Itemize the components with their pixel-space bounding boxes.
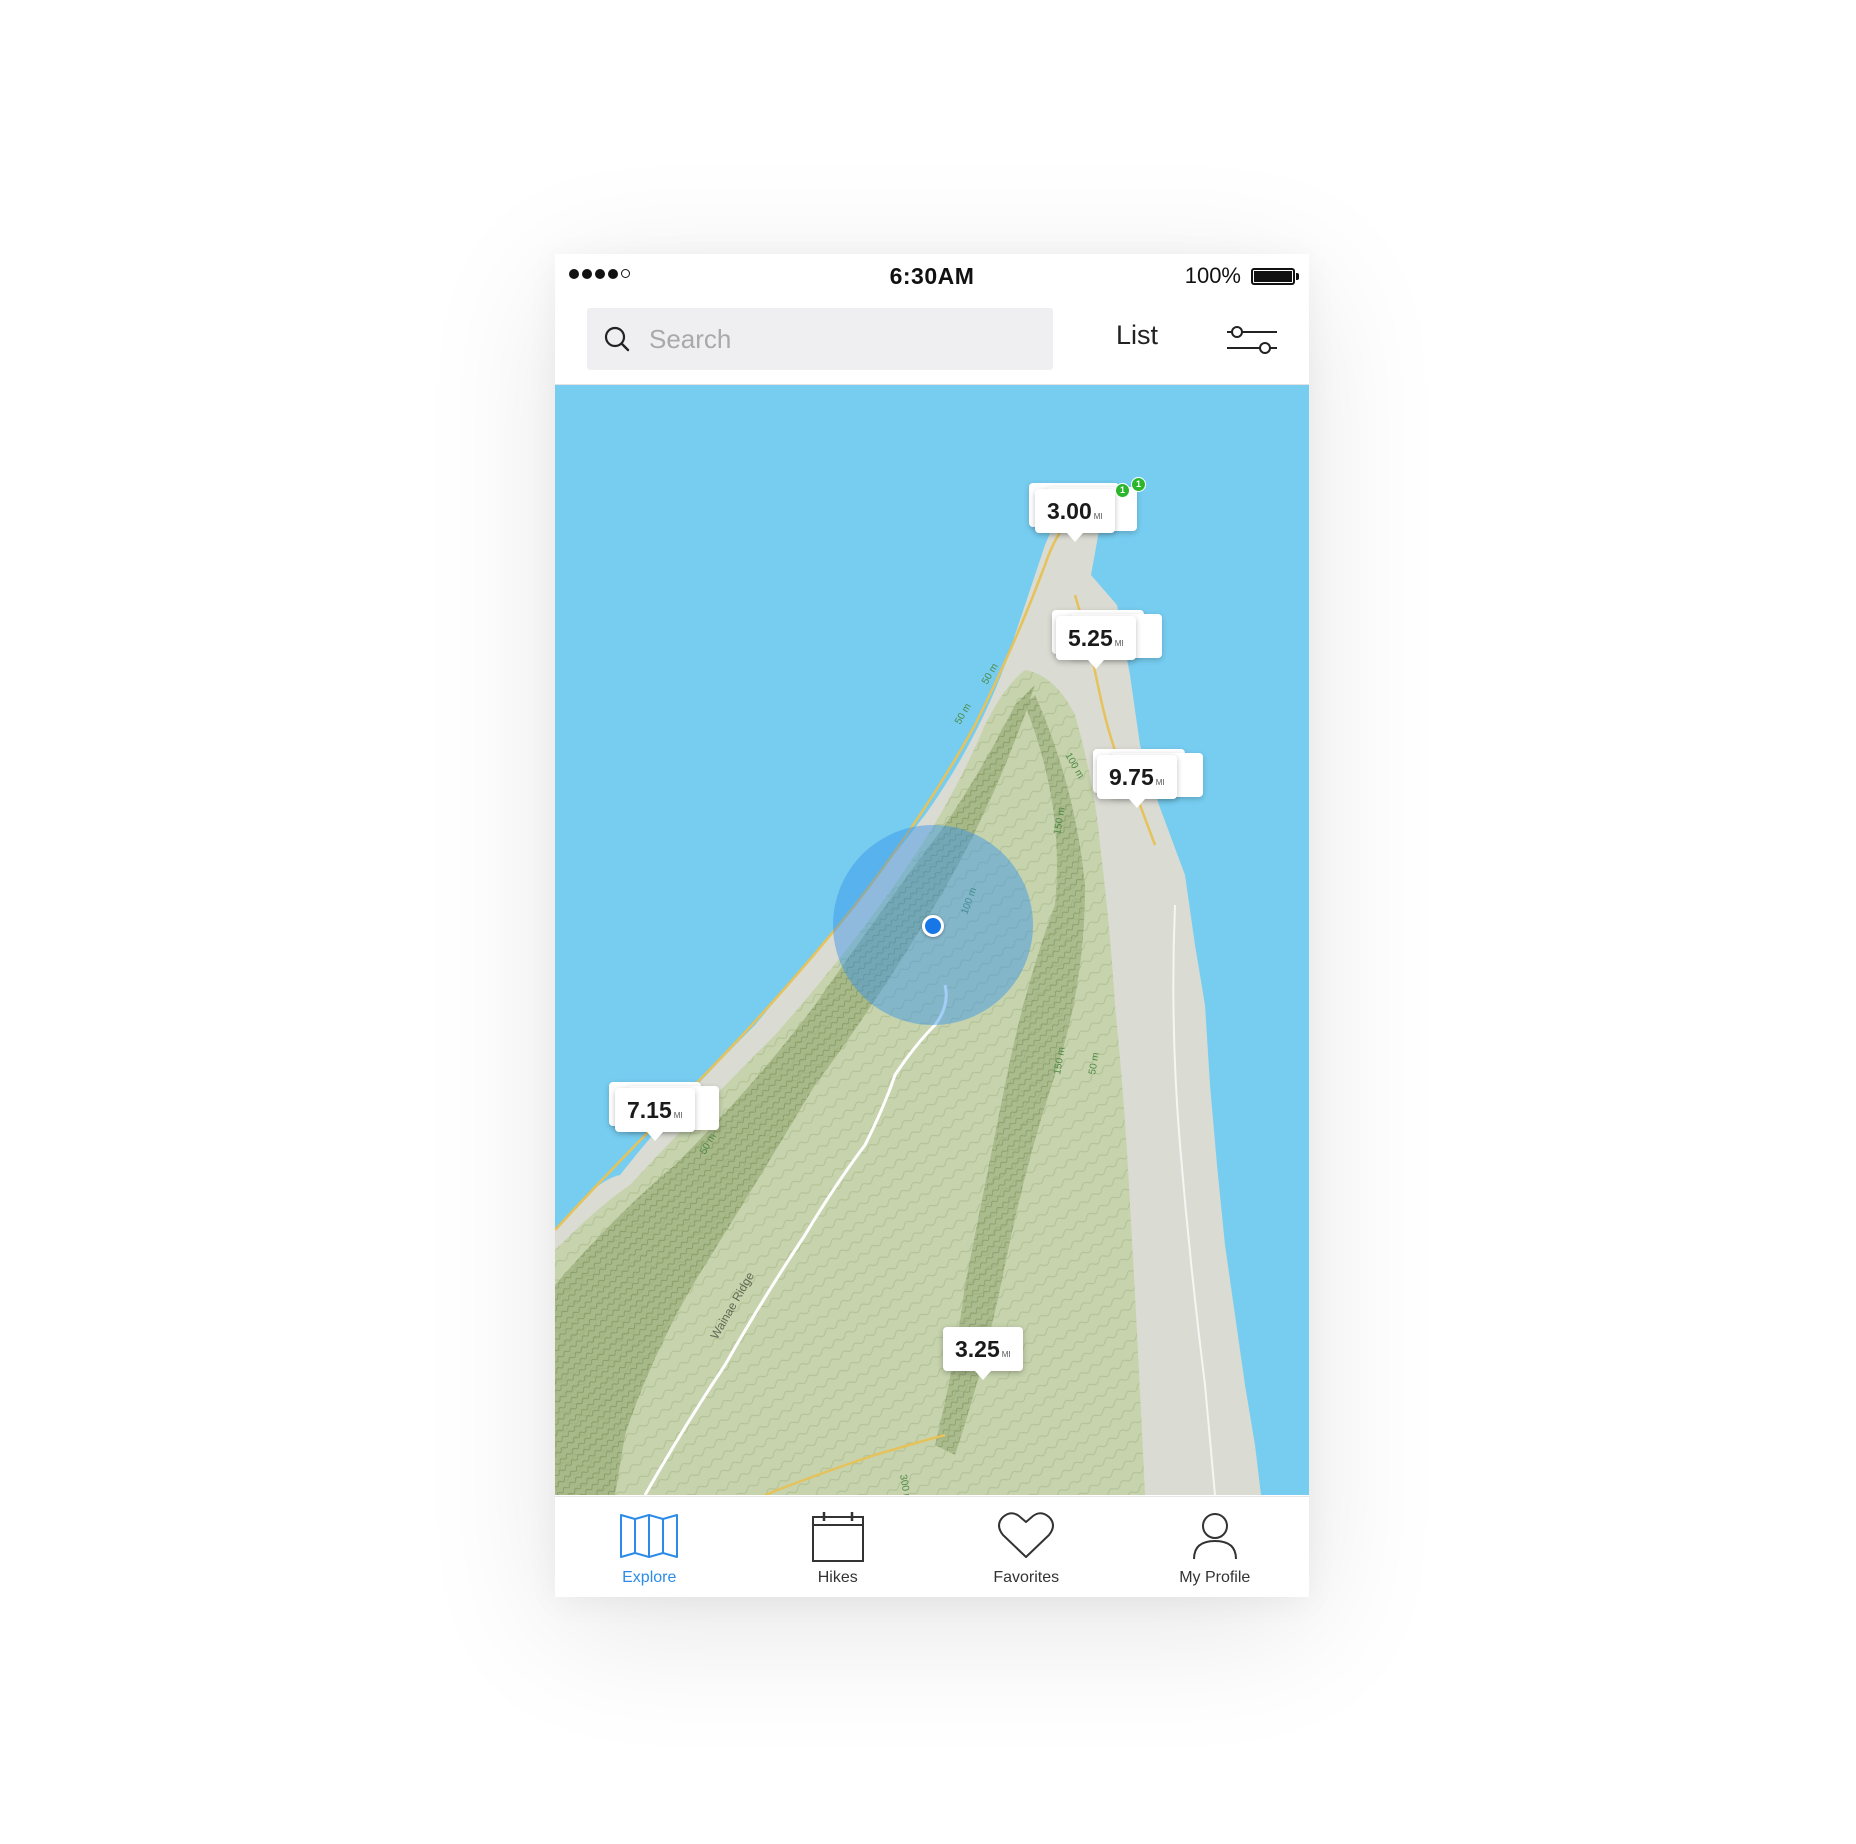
- tab-label: My Profile: [1179, 1569, 1251, 1586]
- person-icon: [1192, 1513, 1237, 1560]
- tab-favorites[interactable]: Favorites: [932, 1497, 1121, 1597]
- contour-label: 50 m: [953, 702, 974, 727]
- phone-screen: 6:30AM 100% List: [555, 254, 1309, 1597]
- distance-unit: MI: [1093, 512, 1103, 521]
- battery-percentage: 100%: [1184, 263, 1241, 288]
- distance-unit: MI: [1114, 639, 1124, 648]
- trail-distance: 9.75: [1109, 764, 1154, 790]
- status-bar: 6:30AM 100%: [555, 254, 1309, 296]
- distance-unit: MI: [673, 1111, 683, 1120]
- map-icon: [620, 1514, 679, 1558]
- search-header: List: [555, 296, 1309, 385]
- list-view-button[interactable]: List: [1116, 320, 1158, 351]
- battery-icon: [1251, 268, 1299, 285]
- tab-label: Favorites: [993, 1569, 1060, 1586]
- trail-map[interactable]: 50 m 100 m 150 m 100 m 150 m 50 m 50 m 3…: [555, 385, 1309, 1495]
- distance-unit: MI: [1001, 1350, 1011, 1359]
- trail-pin-3-00[interactable]: 3.00 MI 1 1: [1029, 477, 1146, 542]
- trail-pin-7-15[interactable]: 7.15 MI: [609, 1082, 719, 1141]
- search-bar[interactable]: [587, 308, 1053, 370]
- search-input[interactable]: [649, 308, 1029, 370]
- distance-unit: MI: [1155, 778, 1165, 787]
- trail-distance: 7.15: [627, 1097, 672, 1123]
- bottom-tab-bar: Explore Hikes Favorites My Profile: [555, 1496, 1309, 1597]
- trail-pin-5-25[interactable]: 5.25 MI: [1052, 610, 1162, 669]
- new-trail-badge: 1: [1131, 477, 1146, 492]
- tab-label: Hikes: [817, 1569, 858, 1586]
- filter-sliders-icon[interactable]: [1225, 320, 1279, 360]
- trail-distance: 3.25: [955, 1336, 1000, 1362]
- trail-distance: 5.25: [1068, 625, 1113, 651]
- calendar-icon: [811, 1512, 864, 1562]
- search-icon: [604, 326, 630, 352]
- contour-label: 50 m: [980, 662, 1001, 687]
- tab-hikes[interactable]: Hikes: [744, 1497, 933, 1597]
- trail-distance: 3.00: [1047, 498, 1092, 524]
- trail-pin-9-75[interactable]: 9.75 MI: [1093, 749, 1203, 808]
- tab-my-profile[interactable]: My Profile: [1121, 1497, 1310, 1597]
- heart-icon: [998, 1512, 1055, 1558]
- tab-label: Explore: [622, 1569, 677, 1586]
- trail-pin-3-25[interactable]: 3.25 MI: [943, 1327, 1023, 1380]
- tab-explore[interactable]: Explore: [555, 1497, 744, 1597]
- new-trail-badge: 1: [1115, 483, 1130, 498]
- current-location-dot: [922, 915, 944, 937]
